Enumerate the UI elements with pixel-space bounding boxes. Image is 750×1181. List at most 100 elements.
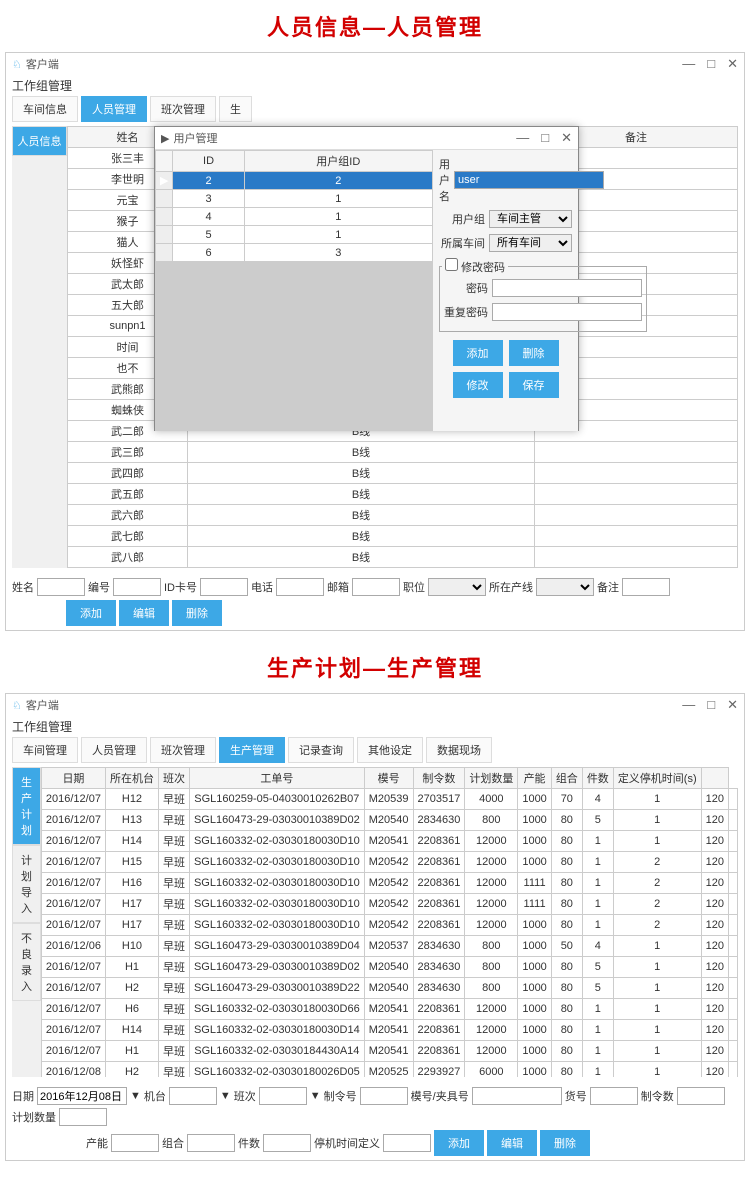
label: 产能 xyxy=(86,1135,108,1151)
input-capacity[interactable] xyxy=(111,1134,159,1152)
dialog-max[interactable]: □ xyxy=(541,130,549,146)
input-备注[interactable] xyxy=(622,578,670,596)
input-pieces[interactable] xyxy=(263,1134,311,1152)
btn-添加[interactable]: 添加 xyxy=(453,340,503,366)
dialog-table[interactable]: ID用户组ID▶2231415163 xyxy=(155,150,433,262)
table-row[interactable]: ▶22 xyxy=(156,172,433,190)
tab-人员管理[interactable]: 人员管理 xyxy=(81,96,147,122)
label: 制令号 xyxy=(324,1088,357,1104)
table-row[interactable]: 武五郎B线 xyxy=(68,484,738,505)
table-row[interactable]: 2016/12/07H6早班SGL160332-02-03030180030D6… xyxy=(41,999,737,1020)
input-职位[interactable] xyxy=(428,578,486,596)
tab-班次管理[interactable]: 班次管理 xyxy=(150,737,216,763)
tab-生产管理[interactable]: 生产管理 xyxy=(219,737,285,763)
tab-记录查询[interactable]: 记录查询 xyxy=(288,737,354,763)
workshop-select[interactable]: 所有车间 xyxy=(489,234,572,252)
input-plan_qty[interactable] xyxy=(59,1108,107,1126)
input-combo[interactable] xyxy=(187,1134,235,1152)
btn-添加[interactable]: 添加 xyxy=(66,600,116,626)
table-row[interactable]: 2016/12/06H10早班SGL160473-29-03030010389D… xyxy=(41,936,737,957)
table-row[interactable]: 51 xyxy=(156,226,433,244)
input-ID卡号[interactable] xyxy=(200,578,248,596)
tab-生[interactable]: 生 xyxy=(219,96,252,122)
table-row[interactable]: 2016/12/07H15早班SGL160332-02-03030180030D… xyxy=(41,852,737,873)
input-电话[interactable] xyxy=(276,578,324,596)
app-title: 客户端 xyxy=(26,56,59,72)
table-row[interactable]: 武七郎B线 xyxy=(68,526,738,547)
table-row[interactable]: 31 xyxy=(156,190,433,208)
tab-班次管理[interactable]: 班次管理 xyxy=(150,96,216,122)
sideitem-生产计划[interactable]: 生产计划 xyxy=(12,767,41,845)
input-model[interactable] xyxy=(472,1087,562,1105)
date-dropdown-icon[interactable]: ▼ xyxy=(130,1090,141,1102)
tab-车间管理[interactable]: 车间管理 xyxy=(12,737,78,763)
btn-添加[interactable]: 添加 xyxy=(434,1130,484,1156)
table-row[interactable]: 2016/12/07H13早班SGL160473-29-03030010389D… xyxy=(41,810,737,831)
label: 货号 xyxy=(565,1088,587,1104)
table-row[interactable]: 武八郎B线 xyxy=(68,547,738,568)
tab-人员管理[interactable]: 人员管理 xyxy=(81,737,147,763)
input-order[interactable] xyxy=(360,1087,408,1105)
close-button[interactable]: ✕ xyxy=(727,56,738,72)
table-row[interactable]: 2016/12/07H12早班SGL160259-05-04030010262B… xyxy=(41,789,737,810)
col-header: 定义停机时间(s) xyxy=(613,768,701,789)
table-row[interactable]: 63 xyxy=(156,244,433,262)
btn-编辑[interactable]: 编辑 xyxy=(487,1130,537,1156)
sideitem-计划导入[interactable]: 计划导入 xyxy=(12,845,41,923)
btn-编辑[interactable]: 编辑 xyxy=(119,600,169,626)
usergroup-select[interactable]: 车间主管 xyxy=(489,210,572,228)
table-row[interactable]: 2016/12/07H16早班SGL160332-02-03030180030D… xyxy=(41,873,737,894)
dropdown-icon[interactable]: ▼ xyxy=(310,1090,321,1102)
tab-其他设定[interactable]: 其他设定 xyxy=(357,737,423,763)
window2: ♘ 客户端 — □ ✕ 工作组管理 车间管理人员管理班次管理生产管理记录查询其他… xyxy=(5,693,745,1161)
input-goods[interactable] xyxy=(590,1087,638,1105)
input-order_qty[interactable] xyxy=(677,1087,725,1105)
tab-数据现场[interactable]: 数据现场 xyxy=(426,737,492,763)
dialog-icon: ▶ xyxy=(161,132,169,145)
table-row[interactable]: 武六郎B线 xyxy=(68,505,738,526)
sideitem-不良录入[interactable]: 不良录入 xyxy=(12,923,41,1001)
input-所在产线[interactable] xyxy=(536,578,594,596)
table-row[interactable]: 2016/12/07H17早班SGL160332-02-03030180030D… xyxy=(41,915,737,936)
btn-删除[interactable]: 删除 xyxy=(509,340,559,366)
pwd-input[interactable] xyxy=(492,279,642,297)
username-input[interactable] xyxy=(454,171,604,189)
table-row[interactable]: 2016/12/07H1早班SGL160332-02-03030184430A1… xyxy=(41,1041,737,1062)
max-button[interactable]: □ xyxy=(707,697,715,713)
table-row[interactable]: 41 xyxy=(156,208,433,226)
input-date_label[interactable] xyxy=(37,1087,127,1105)
modifypwd-check[interactable] xyxy=(445,258,458,271)
pwd2-input[interactable] xyxy=(492,303,642,321)
table-row[interactable]: 武三郎B线 xyxy=(68,442,738,463)
tab-车间信息[interactable]: 车间信息 xyxy=(12,96,78,122)
btn-删除[interactable]: 删除 xyxy=(172,600,222,626)
input-姓名[interactable] xyxy=(37,578,85,596)
table-row[interactable]: 2016/12/07H1早班SGL160473-29-03030010389D0… xyxy=(41,957,737,978)
min-button[interactable]: — xyxy=(682,56,695,72)
table-row[interactable]: 2016/12/08H2早班SGL160332-02-03030180026D0… xyxy=(41,1062,737,1078)
dialog-close[interactable]: ✕ xyxy=(561,130,572,146)
btn-保存[interactable]: 保存 xyxy=(509,372,559,398)
close-button[interactable]: ✕ xyxy=(727,697,738,713)
label-电话: 电话 xyxy=(251,579,273,595)
min-button[interactable]: — xyxy=(682,697,695,713)
dropdown-icon[interactable]: ▼ xyxy=(220,1090,231,1102)
input-machine[interactable] xyxy=(169,1087,217,1105)
prod-table[interactable]: 日期所在机台班次工单号模号制令数计划数量产能组合件数定义停机时间(s)2016/… xyxy=(41,767,738,1077)
table-row[interactable]: 武四郎B线 xyxy=(68,463,738,484)
input-邮箱[interactable] xyxy=(352,578,400,596)
dialog-min[interactable]: — xyxy=(516,130,529,146)
btn-修改[interactable]: 修改 xyxy=(453,372,503,398)
table-row[interactable]: 2016/12/07H2早班SGL160473-29-03030010389D2… xyxy=(41,978,737,999)
max-button[interactable]: □ xyxy=(707,56,715,72)
label-职位: 职位 xyxy=(403,579,425,595)
table-row[interactable]: 2016/12/07H17早班SGL160332-02-03030180030D… xyxy=(41,894,737,915)
input-shift[interactable] xyxy=(259,1087,307,1105)
app-icon: ♘ xyxy=(12,699,22,712)
table-row[interactable]: 2016/12/07H14早班SGL160332-02-03030180030D… xyxy=(41,831,737,852)
sideitem-人员信息[interactable]: 人员信息 xyxy=(12,126,67,156)
input-stop[interactable] xyxy=(383,1134,431,1152)
table-row[interactable]: 2016/12/07H14早班SGL160332-02-03030180030D… xyxy=(41,1020,737,1041)
btn-删除[interactable]: 删除 xyxy=(540,1130,590,1156)
input-编号[interactable] xyxy=(113,578,161,596)
